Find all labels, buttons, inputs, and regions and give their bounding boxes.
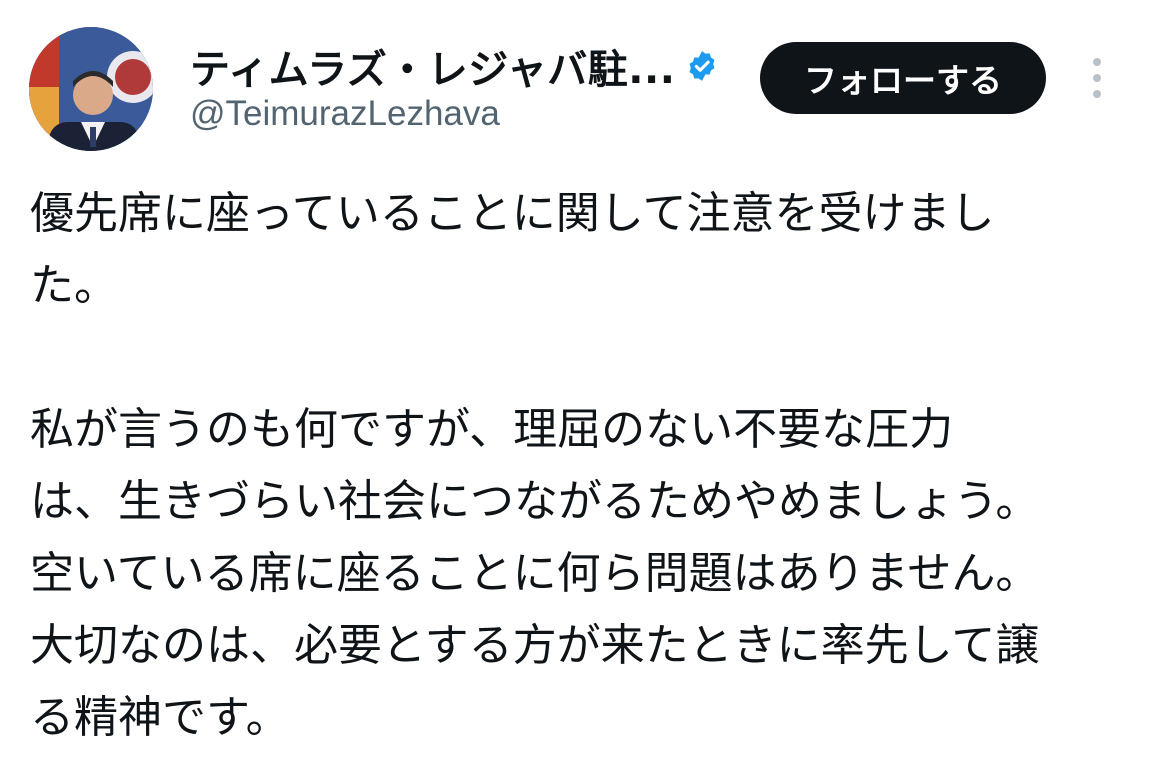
tweet-line: 大切なのは、必要とする方が来たときに率先して譲 bbox=[30, 620, 1040, 671]
tweet-line: は、生きづらい社会につながるためやめましょう。 bbox=[30, 476, 1040, 527]
tweet-line: た。 bbox=[30, 260, 118, 311]
tweet-text: 優先席に座っていることに関して注意を受けまし た。 私が言うのも何ですが、理屈の… bbox=[30, 178, 1130, 754]
follow-button[interactable]: フォローする bbox=[760, 42, 1046, 114]
author-identity: ティムラズ・レジャバ駐... @TeimurazLezhava bbox=[190, 40, 730, 134]
more-dot bbox=[1093, 90, 1101, 98]
verified-badge-icon bbox=[685, 49, 719, 83]
avatar[interactable] bbox=[29, 27, 153, 151]
tweet-line: る精神です。 bbox=[30, 692, 290, 743]
user-handle[interactable]: @TeimurazLezhava bbox=[190, 94, 730, 134]
avatar-image bbox=[29, 27, 153, 151]
more-vertical-icon[interactable] bbox=[1078, 52, 1116, 104]
tweet-header: ティムラズ・レジャバ駐... @TeimurazLezhava フォローする bbox=[0, 0, 1152, 160]
display-name-row: ティムラズ・レジャバ駐... bbox=[190, 37, 730, 95]
tweet-line: 空いている席に座ることに何ら問題はありません。 bbox=[30, 548, 1040, 599]
display-name[interactable]: ティムラズ・レジャバ駐... bbox=[190, 37, 675, 95]
tweet-line: 優先席に座っていることに関して注意を受けまし bbox=[30, 188, 995, 239]
tweet-line: 私が言うのも何ですが、理屈のない不要な圧力 bbox=[30, 404, 954, 455]
more-dot bbox=[1093, 74, 1101, 82]
more-dot bbox=[1093, 58, 1101, 66]
